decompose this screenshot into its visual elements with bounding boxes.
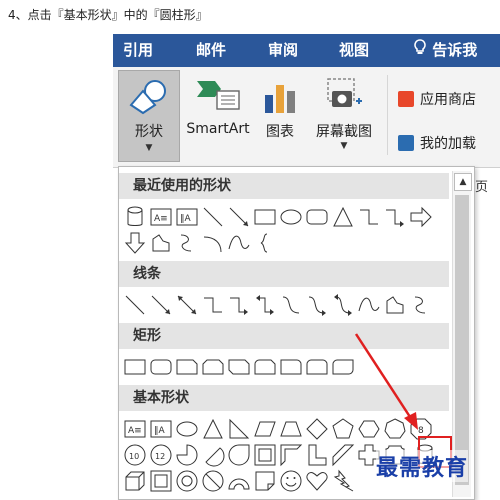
annotation-arrow [354, 333, 418, 430]
watermark-logo: 最需教育 [376, 450, 469, 482]
